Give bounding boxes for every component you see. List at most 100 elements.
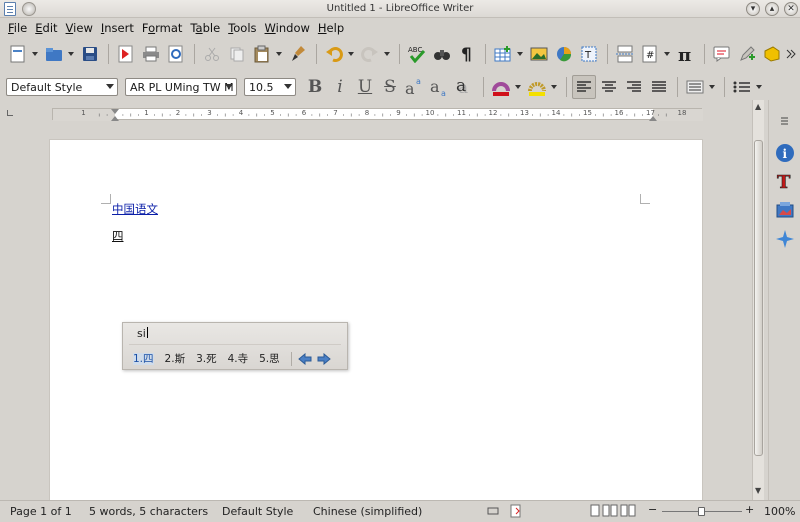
align-center-button[interactable] (597, 75, 621, 99)
justify-button[interactable] (647, 75, 671, 99)
single-page-view-icon[interactable] (590, 504, 600, 520)
insert-comment-button[interactable] (710, 42, 734, 66)
insert-field-dropdown[interactable] (663, 42, 671, 66)
insert-image-button[interactable] (527, 42, 551, 66)
maximize-button[interactable]: ▴ (765, 2, 779, 16)
redo-dropdown[interactable] (383, 42, 391, 66)
ime-candidate[interactable]: 4.寺 (228, 351, 249, 366)
new-document-dropdown[interactable] (31, 42, 39, 66)
zoom-out-button[interactable]: − (648, 503, 657, 516)
insert-chart-button[interactable] (552, 42, 576, 66)
text-language[interactable]: Chinese (simplified) (313, 505, 422, 518)
tab-stop-selector[interactable] (7, 110, 13, 116)
undo-button[interactable] (322, 42, 346, 66)
undo-dropdown[interactable] (347, 42, 355, 66)
save-button[interactable] (78, 42, 102, 66)
scroll-down-icon[interactable]: ▼ (755, 486, 761, 495)
cut-button[interactable] (200, 42, 224, 66)
highlighting-dropdown[interactable] (550, 75, 558, 99)
ime-prev-page-icon[interactable] (297, 352, 312, 365)
font-name-combo[interactable]: AR PL UMing TW M (125, 78, 237, 96)
horizontal-ruler[interactable]: 1 1 2 3 4 5 6 7 8 9 10 11 12 13 14 15 16 17 18 (52, 108, 703, 121)
toolbar-overflow-button[interactable] (785, 42, 797, 66)
print-preview-button[interactable] (164, 42, 188, 66)
word-count[interactable]: 5 words, 5 characters (89, 505, 208, 518)
sidebar-menu-button[interactable] (774, 110, 796, 132)
sidebar-properties-button[interactable]: i (774, 142, 796, 164)
page-style[interactable]: Default Style (222, 505, 293, 518)
list-button[interactable] (730, 75, 754, 99)
document-area[interactable]: 中国语文 四 (0, 124, 752, 520)
line-spacing-dropdown[interactable] (708, 75, 716, 99)
export-pdf-button[interactable] (114, 42, 138, 66)
strikethrough-button[interactable]: S (378, 75, 402, 99)
scroll-up-icon[interactable]: ▲ (755, 102, 761, 111)
list-dropdown[interactable] (755, 75, 763, 99)
ime-candidate[interactable]: 5.思 (259, 351, 280, 366)
zoom-in-button[interactable]: + (745, 503, 754, 516)
ime-candidate[interactable]: 1.四 (133, 351, 154, 366)
bold-button[interactable]: B (303, 75, 327, 99)
insert-table-dropdown[interactable] (516, 42, 524, 66)
zoom-level[interactable]: 100% (764, 505, 795, 518)
superscript-button[interactable]: aa (403, 75, 427, 99)
redo-button[interactable] (358, 42, 382, 66)
document-paragraph[interactable]: 四 (112, 228, 124, 244)
menu-help[interactable]: Help (314, 18, 348, 38)
copy-button[interactable] (225, 42, 249, 66)
document-modified-icon[interactable] (510, 504, 522, 518)
basic-shapes-button[interactable] (760, 42, 784, 66)
formatting-marks-button[interactable]: ¶ (455, 42, 479, 66)
insert-page-break-button[interactable] (613, 42, 637, 66)
print-button[interactable] (139, 42, 163, 66)
font-color-dropdown[interactable] (514, 75, 522, 99)
menu-edit[interactable]: Edit (31, 18, 61, 38)
book-view-icon[interactable] (620, 504, 636, 520)
menu-window[interactable]: Window (261, 18, 314, 38)
shadow-button[interactable]: aa (453, 75, 477, 99)
new-document-button[interactable] (6, 42, 30, 66)
sidebar-gallery-button[interactable] (774, 199, 796, 221)
menu-tools[interactable]: Tools (224, 18, 260, 38)
minimize-button[interactable]: ▾ (746, 2, 760, 16)
line-spacing-button[interactable] (683, 75, 707, 99)
insert-textbox-button[interactable]: T (577, 42, 601, 66)
zoom-slider-knob[interactable] (698, 507, 705, 516)
menu-insert[interactable]: Insert (97, 18, 138, 38)
insert-special-character-button[interactable]: π (674, 42, 698, 66)
page-count[interactable]: Page 1 of 1 (10, 505, 72, 518)
scrollbar-thumb[interactable] (754, 140, 763, 456)
track-changes-button[interactable] (735, 42, 759, 66)
paste-button[interactable] (250, 42, 274, 66)
vertical-scrollbar[interactable]: ▲ ▼ (752, 100, 764, 500)
insert-table-button[interactable] (491, 42, 515, 66)
open-dropdown[interactable] (67, 42, 75, 66)
find-replace-button[interactable] (430, 42, 454, 66)
selection-mode-icon[interactable] (487, 505, 499, 517)
menu-file[interactable]: File (4, 18, 31, 38)
document-paragraph[interactable]: 中国语文 (112, 201, 158, 217)
align-left-button[interactable] (572, 75, 596, 99)
open-button[interactable] (42, 42, 66, 66)
highlighting-button[interactable] (525, 75, 549, 99)
subscript-button[interactable]: aa (428, 75, 452, 99)
menu-view[interactable]: View (62, 18, 97, 38)
clone-formatting-button[interactable] (286, 42, 310, 66)
ime-candidate[interactable]: 3.死 (196, 351, 217, 366)
align-right-button[interactable] (622, 75, 646, 99)
paragraph-style-combo[interactable]: Default Style (6, 78, 118, 96)
zoom-slider[interactable] (662, 507, 742, 516)
multi-page-view-icon[interactable] (602, 504, 618, 520)
ime-candidate[interactable]: 2.斯 (165, 351, 186, 366)
font-size-combo[interactable]: 10.5 (244, 78, 296, 96)
close-button[interactable]: ✕ (784, 2, 798, 16)
sidebar-navigator-button[interactable] (774, 228, 796, 250)
italic-button[interactable]: i (328, 75, 352, 99)
paste-dropdown[interactable] (275, 42, 283, 66)
underline-button[interactable]: U (353, 75, 377, 99)
ime-next-page-icon[interactable] (317, 352, 331, 365)
menu-format[interactable]: Format (138, 18, 187, 38)
sidebar-styles-button[interactable]: T (774, 170, 796, 192)
spelling-button[interactable]: ABC (405, 42, 429, 66)
font-color-button[interactable] (489, 75, 513, 99)
